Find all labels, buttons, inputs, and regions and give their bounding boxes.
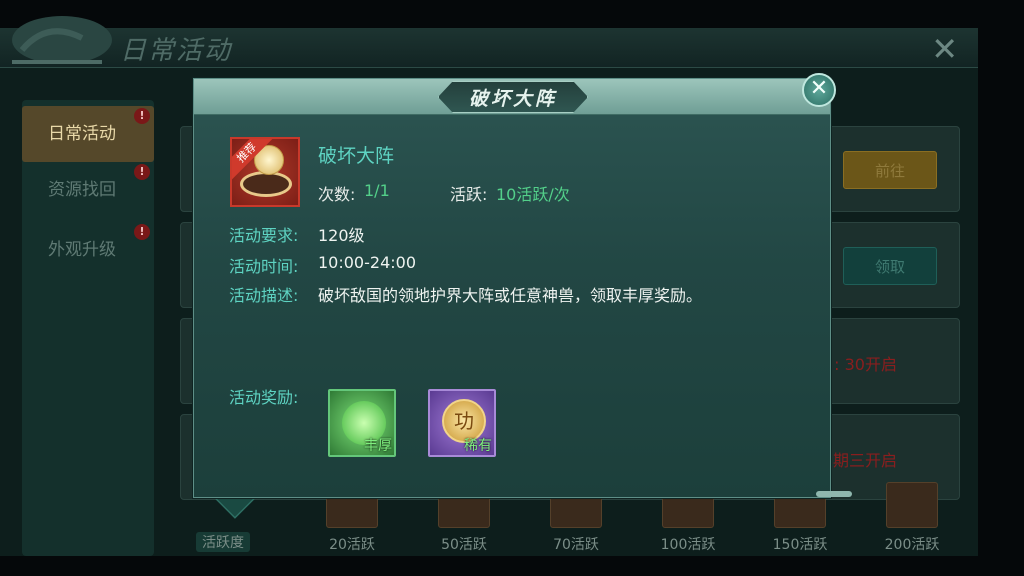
array-plate-icon: [240, 171, 292, 197]
milestone-label: 70活跃: [553, 537, 599, 553]
active-label: 活跃:: [450, 185, 488, 204]
milestone-chest-icon[interactable]: [886, 482, 938, 528]
activity-thumbnail-icon: 推荐: [230, 137, 300, 207]
count-label: 次数:: [318, 185, 356, 204]
milestone-label: 20活跃: [329, 537, 375, 553]
activity-detail-dialog: 破坏大阵 ✕ 推荐 破坏大阵 次数: 1/1 活跃: 10活跃/次 活动要求: …: [193, 73, 852, 498]
reward-grade: 稀有: [464, 438, 492, 454]
sidebar-item-label: 外观升级: [48, 240, 116, 260]
reward-item[interactable]: 功 稀有: [428, 389, 496, 457]
alert-badge-icon: !: [134, 108, 150, 124]
dialog-title: 破坏大阵: [468, 88, 557, 110]
window-close-icon[interactable]: ✕: [931, 30, 958, 68]
go-button[interactable]: 前往: [843, 151, 937, 189]
description-label: 活动描述:: [229, 286, 299, 305]
sidebar-item-appearance[interactable]: 外观升级 !: [22, 222, 154, 278]
requirement-label: 活动要求:: [229, 226, 299, 245]
milestone-label: 50活跃: [441, 537, 487, 553]
reward-item[interactable]: 丰厚: [328, 389, 396, 457]
time-label: 活动时间:: [229, 257, 299, 276]
count-value: 1/1: [364, 181, 390, 200]
window-titlebar: 日常活动 ✕: [0, 16, 978, 68]
rewards-label: 活动奖励:: [229, 388, 299, 407]
requirement-value: 120级: [318, 226, 365, 245]
window-title: 日常活动: [120, 36, 233, 66]
alert-badge-icon: !: [134, 164, 150, 180]
activity-name: 破坏大阵: [318, 145, 395, 167]
close-icon[interactable]: ✕: [802, 73, 836, 107]
active-value: 10活跃/次: [496, 185, 570, 204]
milestone-label: 200活跃: [884, 537, 940, 553]
sidebar-item-daily[interactable]: 日常活动 !: [22, 106, 154, 162]
milestone-label: 100活跃: [660, 537, 716, 553]
activity-points-label: 活跃度: [196, 532, 250, 552]
scroll-indicator[interactable]: [816, 491, 852, 497]
alert-badge-icon: !: [134, 224, 150, 240]
time-value: 10:00-24:00: [318, 253, 416, 272]
dialog-header: 破坏大阵: [194, 79, 830, 115]
reward-grade: 丰厚: [364, 438, 392, 454]
milestone-label: 150活跃: [772, 537, 828, 553]
description-value: 破坏敌国的领地护界大阵或任意神兽，领取丰厚奖励。: [318, 286, 703, 305]
claim-button[interactable]: 领取: [843, 247, 937, 285]
sidebar-item-recover[interactable]: 资源找回 !: [22, 162, 154, 218]
pine-logo-icon: [12, 16, 112, 64]
sidebar: 日常活动 ! 资源找回 ! 外观升级 !: [22, 100, 154, 556]
sidebar-item-label: 日常活动: [48, 124, 116, 144]
sidebar-item-label: 资源找回: [48, 180, 116, 200]
